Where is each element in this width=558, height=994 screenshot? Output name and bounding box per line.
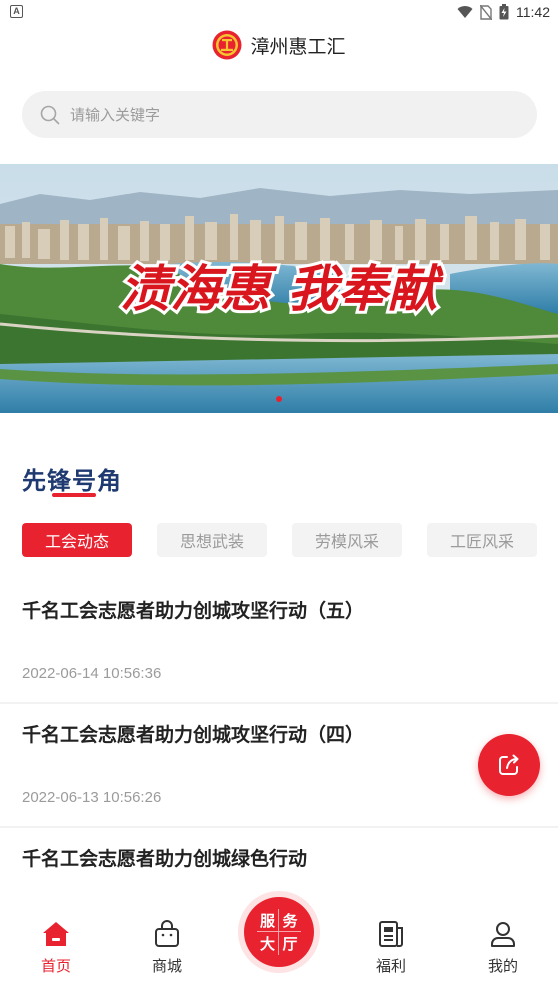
article-date: 2022-06-14 10:56:36: [22, 665, 162, 682]
article-title[interactable]: 千名工会志愿者助力创城攻坚行动（四）: [22, 720, 364, 747]
banner-carousel[interactable]: 渍海惠 我奉献 渍海惠 我奉献: [0, 164, 558, 413]
search-bar[interactable]: [22, 91, 537, 138]
tab-union-news[interactable]: 工会动态: [22, 523, 132, 557]
article-title[interactable]: 千名工会志愿者助力创城攻坚行动（五）: [22, 596, 364, 623]
banner-image: 渍海惠 我奉献 渍海惠 我奉献: [0, 164, 558, 413]
search-icon: [40, 105, 60, 124]
article-title[interactable]: 千名工会志愿者助力创城绿色行动: [22, 844, 307, 871]
tab-craftsmen[interactable]: 工匠风采: [427, 523, 537, 557]
tab-model-workers[interactable]: 劳模风采: [292, 523, 402, 557]
app-header: 漳州惠工汇: [0, 26, 558, 64]
service-hall-char: 厅: [282, 935, 298, 953]
nav-label: 商城: [151, 957, 182, 975]
union-logo-icon: [212, 30, 242, 60]
wifi-icon: [457, 6, 473, 19]
service-hall-char: 务: [279, 909, 301, 932]
shopping-bag-icon: [155, 920, 179, 947]
status-bar: A 11:42: [0, 0, 558, 26]
service-hall-char: 服: [257, 909, 279, 932]
nav-label: 首页: [40, 957, 71, 975]
service-hall-button[interactable]: 服 务 大 厅: [238, 891, 320, 973]
article-date: 2022-06-13 10:56:26: [22, 789, 162, 806]
tab-ideology[interactable]: 思想武装: [157, 523, 267, 557]
nav-item-home[interactable]: 首页: [21, 919, 91, 976]
banner-slogan: 渍海惠 我奉献 渍海惠 我奉献: [117, 256, 446, 321]
nav-item-mall[interactable]: 商城: [132, 919, 202, 976]
status-right: 11:42: [457, 3, 550, 21]
share-button[interactable]: [478, 734, 540, 796]
no-sim-icon: [480, 4, 492, 20]
nav-item-welfare[interactable]: 福利: [356, 919, 426, 976]
app-title: 漳州惠工汇: [250, 35, 346, 58]
service-hall-char: 大: [257, 932, 279, 955]
document-icon: [379, 921, 403, 947]
list-divider: [0, 702, 558, 704]
nav-item-profile[interactable]: 我的: [468, 919, 538, 976]
bottom-nav: 首页 商城 服 务 大 厅 福利 我的: [0, 891, 558, 994]
user-icon: [491, 922, 515, 947]
list-divider: [0, 826, 558, 828]
carousel-dot-active[interactable]: [276, 396, 282, 402]
battery-charging-icon: [499, 4, 509, 20]
status-time: 11:42: [516, 4, 550, 20]
nav-label: 我的: [487, 957, 518, 975]
home-icon: [43, 922, 69, 946]
app-notification-icon: A: [10, 5, 23, 18]
share-icon: [499, 754, 519, 775]
svg-text:渍海惠 我奉献: 渍海惠 我奉献: [120, 259, 443, 318]
category-tabs: 工会动态 思想武装 劳模风采 工匠风采: [22, 523, 537, 557]
search-input[interactable]: [70, 105, 470, 124]
nav-label: 福利: [375, 957, 406, 975]
section-title: 先锋号角: [22, 467, 122, 495]
section-title-underline: [52, 493, 96, 497]
